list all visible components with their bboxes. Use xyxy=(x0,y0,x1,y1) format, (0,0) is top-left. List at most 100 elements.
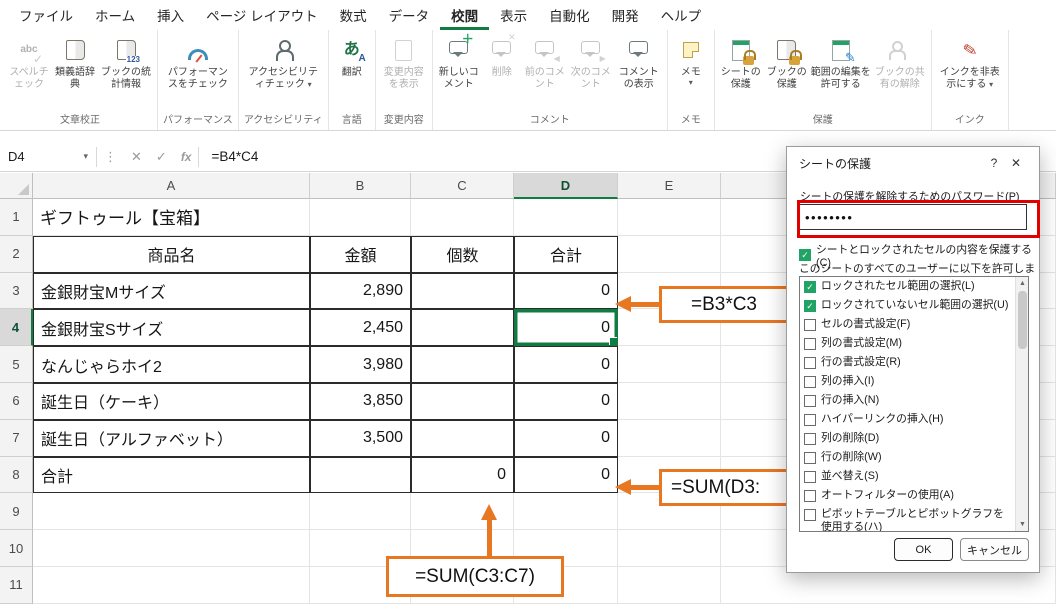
previous-comment-button[interactable]: ◀ 前のコメント xyxy=(522,31,568,91)
cell-D9[interactable] xyxy=(514,493,618,530)
tab-insert[interactable]: 挿入 xyxy=(146,0,195,30)
list-item[interactable]: 列の書式設定(M) xyxy=(800,334,1028,353)
accessibility-check-button[interactable]: アクセシビリティチェック ▾ xyxy=(243,31,323,91)
row-header-8[interactable]: 8 xyxy=(0,457,33,494)
check-performance-button[interactable]: パフォーマンスをチェック xyxy=(167,31,229,91)
cell-B2[interactable]: 金額 xyxy=(310,236,411,273)
tab-help[interactable]: ヘルプ xyxy=(650,0,713,30)
cell-A2[interactable]: 商品名 xyxy=(33,236,310,273)
scroll-down-icon[interactable]: ▼ xyxy=(1016,518,1029,531)
formula-input[interactable]: =B4*C4 xyxy=(199,149,258,164)
cell-A8[interactable]: 合計 xyxy=(33,457,310,494)
col-header-B[interactable]: B xyxy=(310,173,411,199)
checkbox-icon[interactable] xyxy=(804,433,816,445)
cell-D7[interactable]: 0 xyxy=(514,420,618,457)
tab-formulas[interactable]: 数式 xyxy=(329,0,378,30)
cell-C4[interactable] xyxy=(411,309,514,346)
row-header-10[interactable]: 10 xyxy=(0,530,33,567)
cell-A10[interactable] xyxy=(33,530,310,567)
scroll-up-icon[interactable]: ▲ xyxy=(1016,277,1029,290)
row-header-6[interactable]: 6 xyxy=(0,383,33,420)
row-header-11[interactable]: 11 xyxy=(0,567,33,604)
col-header-C[interactable]: C xyxy=(411,173,514,199)
tab-home[interactable]: ホーム xyxy=(84,0,146,30)
cell-A7[interactable]: 誕生日（アルファベット） xyxy=(33,420,310,457)
cell-E1[interactable] xyxy=(618,199,721,236)
ok-button[interactable]: OK xyxy=(894,538,953,561)
cell-D2[interactable]: 合計 xyxy=(514,236,618,273)
cell-D1[interactable] xyxy=(514,199,618,236)
row-header-7[interactable]: 7 xyxy=(0,420,33,457)
cell-E11[interactable] xyxy=(618,567,721,604)
checkbox-icon[interactable] xyxy=(804,509,816,521)
notes-button[interactable]: メモ ▾ xyxy=(671,31,711,87)
checkbox-icon[interactable] xyxy=(804,376,816,388)
cell-E2[interactable] xyxy=(618,236,721,273)
cell-D3[interactable]: 0 xyxy=(514,273,618,310)
name-box[interactable]: D4 ▾ xyxy=(0,142,96,171)
checkbox-icon[interactable] xyxy=(804,357,816,369)
insert-function-icon[interactable]: fx xyxy=(174,150,199,164)
thesaurus-button[interactable]: 類義語辞典 xyxy=(52,31,98,91)
confirm-entry-icon[interactable]: ✓ xyxy=(149,149,174,165)
checkbox-icon[interactable] xyxy=(804,338,816,350)
cell-C6[interactable] xyxy=(411,383,514,420)
cell-C9[interactable] xyxy=(411,493,514,530)
allow-edit-ranges-button[interactable]: ✎ 範囲の編集を許可する xyxy=(810,31,872,91)
cell-C5[interactable] xyxy=(411,346,514,383)
workbook-statistics-button[interactable]: 123 ブックの統計情報 xyxy=(98,31,154,91)
cell-C1[interactable] xyxy=(411,199,514,236)
cell-B3[interactable]: 2,890 xyxy=(310,273,411,310)
list-item[interactable]: 行の削除(W) xyxy=(800,448,1028,467)
row-header-4[interactable]: 4 xyxy=(0,309,33,346)
cell-D5[interactable]: 0 xyxy=(514,346,618,383)
tab-developer[interactable]: 開発 xyxy=(601,0,650,30)
col-header-A[interactable]: A xyxy=(33,173,310,199)
cell-A6[interactable]: 誕生日（ケーキ） xyxy=(33,383,310,420)
cancel-entry-icon[interactable]: ✕ xyxy=(124,149,149,165)
row-header-1[interactable]: 1 xyxy=(0,199,33,236)
cell-C7[interactable] xyxy=(411,420,514,457)
tab-view[interactable]: 表示 xyxy=(489,0,538,30)
list-item[interactable]: 行の挿入(N) xyxy=(800,391,1028,410)
checkbox-checked-icon[interactable]: ✓ xyxy=(804,300,816,312)
cancel-button[interactable]: キャンセル xyxy=(960,538,1029,561)
help-button[interactable]: ? xyxy=(983,152,1005,174)
tab-automate[interactable]: 自動化 xyxy=(538,0,601,30)
tab-file[interactable]: ファイル xyxy=(8,0,84,30)
protect-workbook-button[interactable]: ブックの保護 xyxy=(764,31,810,91)
scrollbar-thumb[interactable] xyxy=(1018,291,1027,349)
list-item[interactable]: セルの書式設定(F) xyxy=(800,315,1028,334)
row-header-9[interactable]: 9 xyxy=(0,493,33,530)
new-comment-button[interactable]: ＋ 新しいコメント xyxy=(436,31,482,91)
cell-E6[interactable] xyxy=(618,383,721,420)
delete-comment-button[interactable]: ✕ 削除 xyxy=(482,31,522,79)
cell-D4-selected[interactable]: 0 xyxy=(514,309,618,346)
cell-B9[interactable] xyxy=(310,493,411,530)
cell-A4[interactable]: 金銀財宝Sサイズ xyxy=(33,309,310,346)
cell-B8[interactable] xyxy=(310,457,411,494)
cell-B5[interactable]: 3,980 xyxy=(310,346,411,383)
next-comment-button[interactable]: ▶ 次のコメント xyxy=(568,31,614,91)
close-icon[interactable]: ✕ xyxy=(1005,152,1027,174)
cell-B6[interactable]: 3,850 xyxy=(310,383,411,420)
cell-A11[interactable] xyxy=(33,567,310,604)
checkbox-icon[interactable] xyxy=(804,319,816,331)
spell-check-button[interactable]: abc✓ スペルチェック xyxy=(6,31,52,91)
select-all-button[interactable] xyxy=(0,173,33,199)
cell-C8[interactable]: 0 xyxy=(411,457,514,494)
list-item[interactable]: ハイパーリンクの挿入(H) xyxy=(800,410,1028,429)
cell-D8[interactable]: 0 xyxy=(514,457,618,494)
show-changes-button[interactable]: 変更内容を表示 xyxy=(379,31,429,91)
cell-C3[interactable] xyxy=(411,273,514,310)
checkbox-icon[interactable] xyxy=(804,490,816,502)
checkbox-icon[interactable] xyxy=(804,414,816,426)
list-item[interactable]: オートフィルターの使用(A) xyxy=(800,486,1028,505)
list-item[interactable]: ✓ ロックされたセル範囲の選択(L) xyxy=(800,277,1028,296)
col-header-E[interactable]: E xyxy=(618,173,721,199)
cell-E7[interactable] xyxy=(618,420,721,457)
list-item[interactable]: ✓ ロックされていないセル範囲の選択(U) xyxy=(800,296,1028,315)
list-item[interactable]: 列の挿入(I) xyxy=(800,372,1028,391)
cell-C2[interactable]: 個数 xyxy=(411,236,514,273)
row-header-2[interactable]: 2 xyxy=(0,236,33,273)
